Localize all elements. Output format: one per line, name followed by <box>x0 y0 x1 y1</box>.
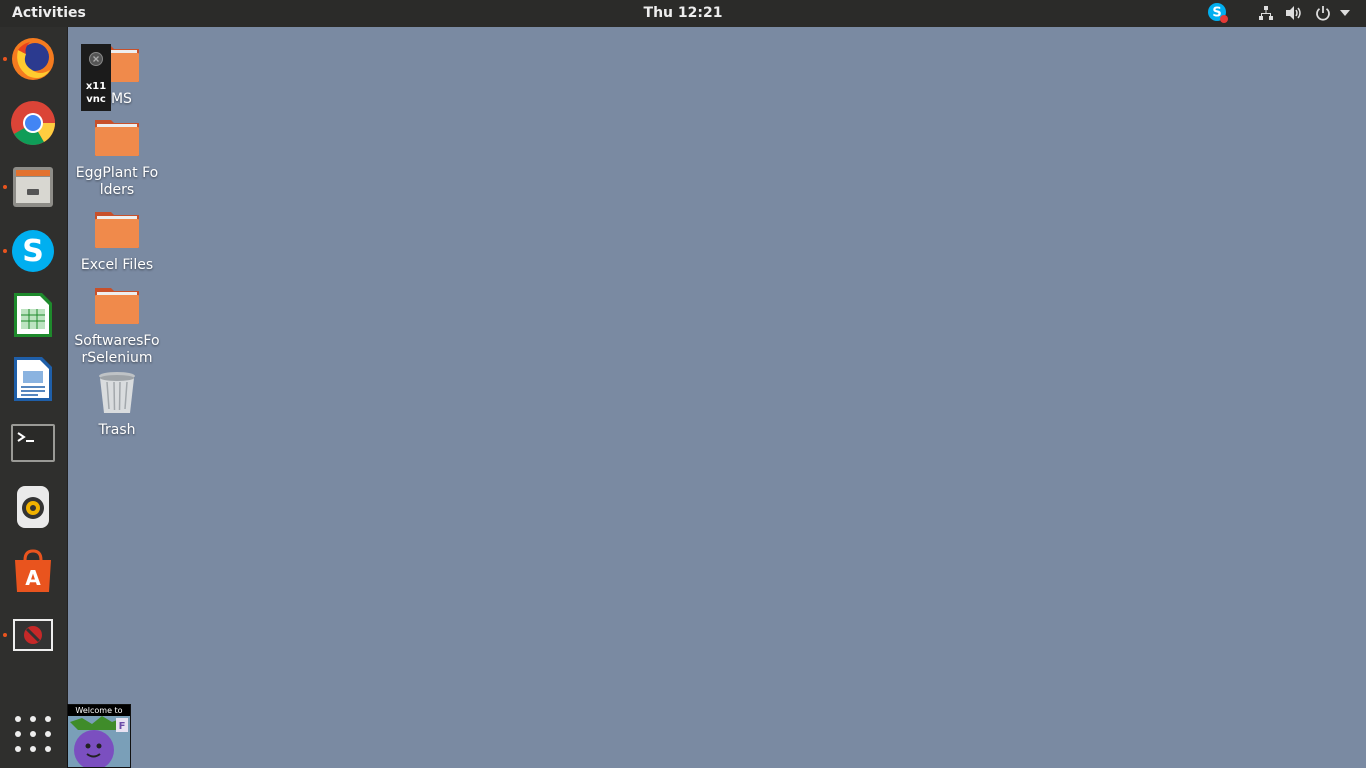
network-icon[interactable] <box>1256 3 1276 23</box>
desktop-folder-eggplant[interactable]: EggPlant Folders <box>74 116 160 199</box>
chrome-launcher[interactable] <box>9 99 57 147</box>
desktop-icon-label: SoftwaresForSelenium <box>74 333 160 366</box>
desktop-icon-label: Trash <box>98 422 136 438</box>
welcome-widget[interactable]: Welcome to F <box>67 704 131 768</box>
running-indicator <box>3 633 7 637</box>
svg-text:F: F <box>119 721 126 732</box>
rhythmbox-launcher[interactable] <box>9 483 57 531</box>
trash-icon <box>99 372 135 413</box>
apps-grid-icon[interactable] <box>15 716 51 752</box>
clock: Thu 12:21 <box>0 5 1366 21</box>
x11vnc-overlay[interactable]: x11 vnc <box>81 44 111 111</box>
dock: S A <box>0 27 68 768</box>
desktop-folder-softwares[interactable]: SoftwaresForSelenium <box>74 284 160 367</box>
folder-icon <box>95 120 139 156</box>
skype-icon: S <box>12 230 54 272</box>
terminal-launcher[interactable] <box>9 419 57 467</box>
shopping-bag-icon: A <box>15 549 51 592</box>
power-icon[interactable] <box>1313 3 1333 23</box>
clock-label[interactable]: Thu 12:21 <box>644 5 723 21</box>
spreadsheet-icon <box>14 293 52 337</box>
skype-launcher[interactable]: S <box>3 227 57 275</box>
ubuntu-software-launcher[interactable]: A <box>9 547 57 595</box>
file-cabinet-icon <box>13 167 53 207</box>
vnc-label-line1: x11 <box>85 81 107 92</box>
vnc-viewer-launcher[interactable] <box>3 611 57 659</box>
desktop-folder-excel[interactable]: Excel Files <box>74 208 160 274</box>
running-indicator <box>3 57 7 61</box>
running-indicator <box>3 249 7 253</box>
svg-text:A: A <box>25 566 41 590</box>
terminal-icon <box>11 424 55 462</box>
welcome-banner: Welcome to <box>68 705 130 716</box>
desktop-icon-label: EggPlant Folders <box>75 165 159 198</box>
firefox-launcher[interactable] <box>3 35 57 83</box>
top-bar: Activities Thu 12:21 S <box>0 0 1366 27</box>
speaker-icon <box>17 486 49 528</box>
files-launcher[interactable] <box>3 163 57 211</box>
desktop-icon-label: Excel Files <box>80 257 154 273</box>
svg-text:S: S <box>22 234 44 269</box>
eggplant-mascot-icon: F <box>68 716 130 767</box>
running-indicator <box>3 185 7 189</box>
vnc-label-line2: vnc <box>86 94 106 105</box>
chrome-icon <box>11 101 55 145</box>
folder-icon <box>95 288 139 324</box>
volume-icon[interactable] <box>1284 3 1304 23</box>
folder-icon <box>95 212 139 248</box>
libreoffice-writer-launcher[interactable] <box>9 355 57 403</box>
close-icon[interactable] <box>88 51 104 67</box>
document-icon <box>14 357 52 401</box>
firefox-icon <box>12 38 54 80</box>
skype-icon[interactable]: S <box>1205 3 1231 23</box>
libreoffice-calc-launcher[interactable] <box>9 291 57 339</box>
no-entry-icon <box>13 619 53 651</box>
chevron-down-icon[interactable] <box>1338 3 1352 23</box>
activities-button[interactable]: Activities <box>12 5 86 21</box>
desktop-trash[interactable]: Trash <box>74 371 160 439</box>
